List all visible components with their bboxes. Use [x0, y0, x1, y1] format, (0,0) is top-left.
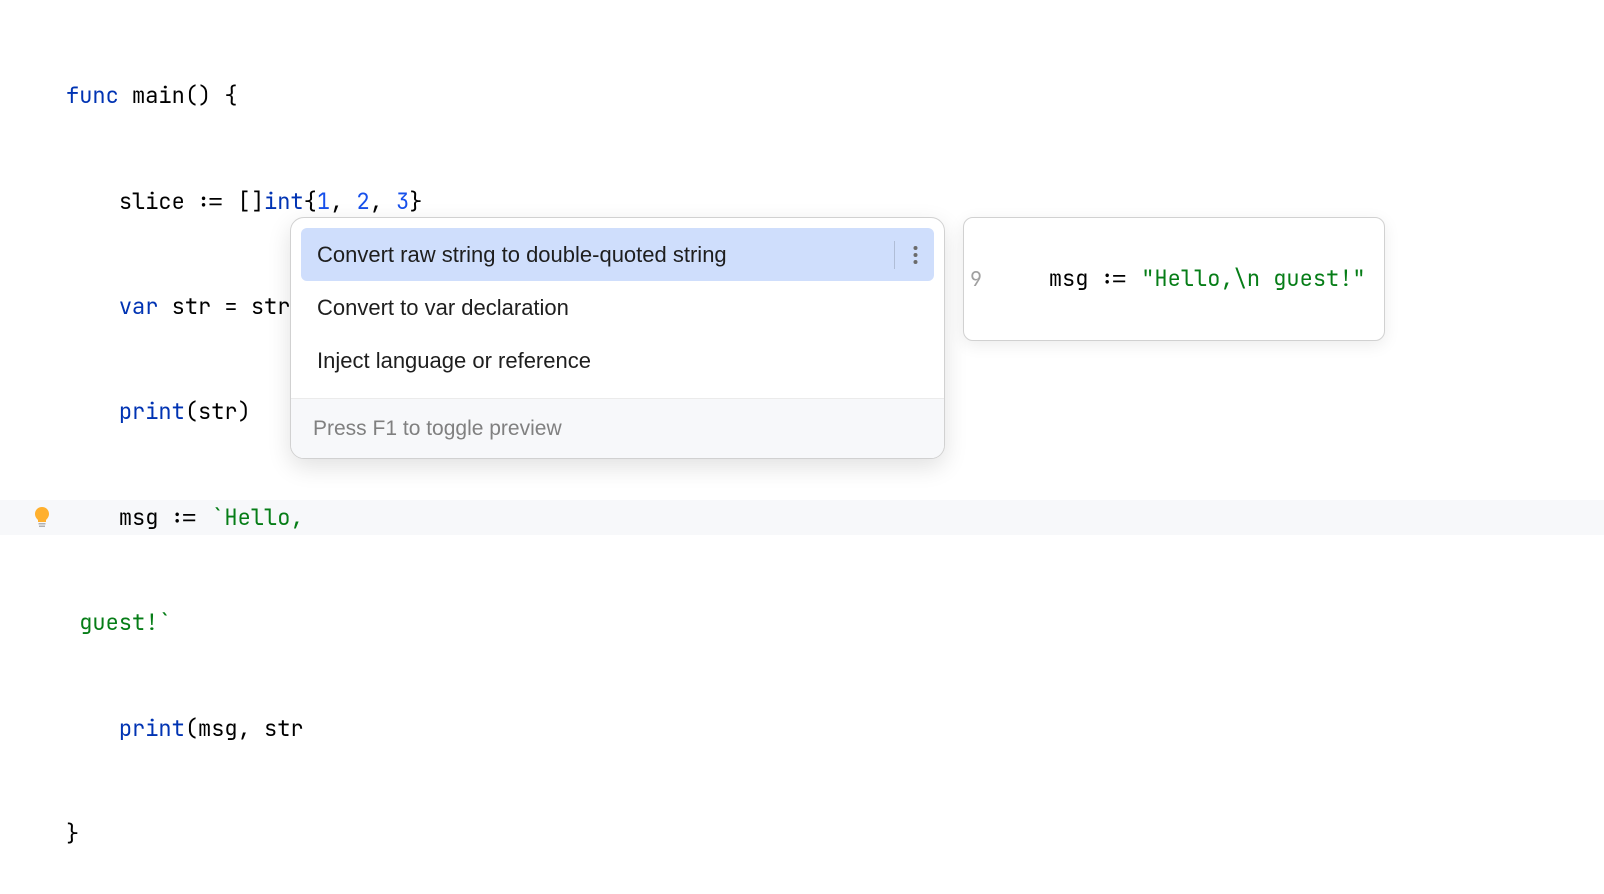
intention-popup: Convert raw string to double-quoted stri…: [290, 217, 945, 459]
lightbulb-icon[interactable]: [33, 506, 51, 528]
code-line[interactable]: guest!`: [0, 605, 1604, 640]
code-line-active[interactable]: msg := `Hello,: [0, 500, 1604, 535]
code-line[interactable]: }: [0, 816, 1604, 851]
intention-item-label: Inject language or reference: [317, 343, 591, 378]
code-line[interactable]: slice := []int{1, 2, 3}: [0, 184, 1604, 219]
preview-panel: 9 msg := "Hello,\n guest!": [963, 217, 1385, 341]
keyword-func: func: [66, 78, 119, 113]
code-line[interactable]: func main() {: [0, 78, 1604, 113]
intention-item-label: Convert raw string to double-quoted stri…: [317, 237, 727, 272]
function-name: main: [132, 78, 185, 113]
popup-footer-hint: Press F1 to toggle preview: [291, 398, 944, 459]
preview-line-number: 9: [970, 263, 982, 295]
intention-item-convert-raw-string[interactable]: Convert raw string to double-quoted stri…: [301, 228, 934, 281]
code-line[interactable]: print(msg, str: [0, 711, 1604, 746]
intention-item-label: Convert to var declaration: [317, 290, 569, 325]
intention-item-inject-language[interactable]: Inject language or reference: [301, 334, 934, 387]
intention-item-convert-var[interactable]: Convert to var declaration: [301, 281, 934, 334]
more-options-icon[interactable]: [894, 241, 918, 269]
